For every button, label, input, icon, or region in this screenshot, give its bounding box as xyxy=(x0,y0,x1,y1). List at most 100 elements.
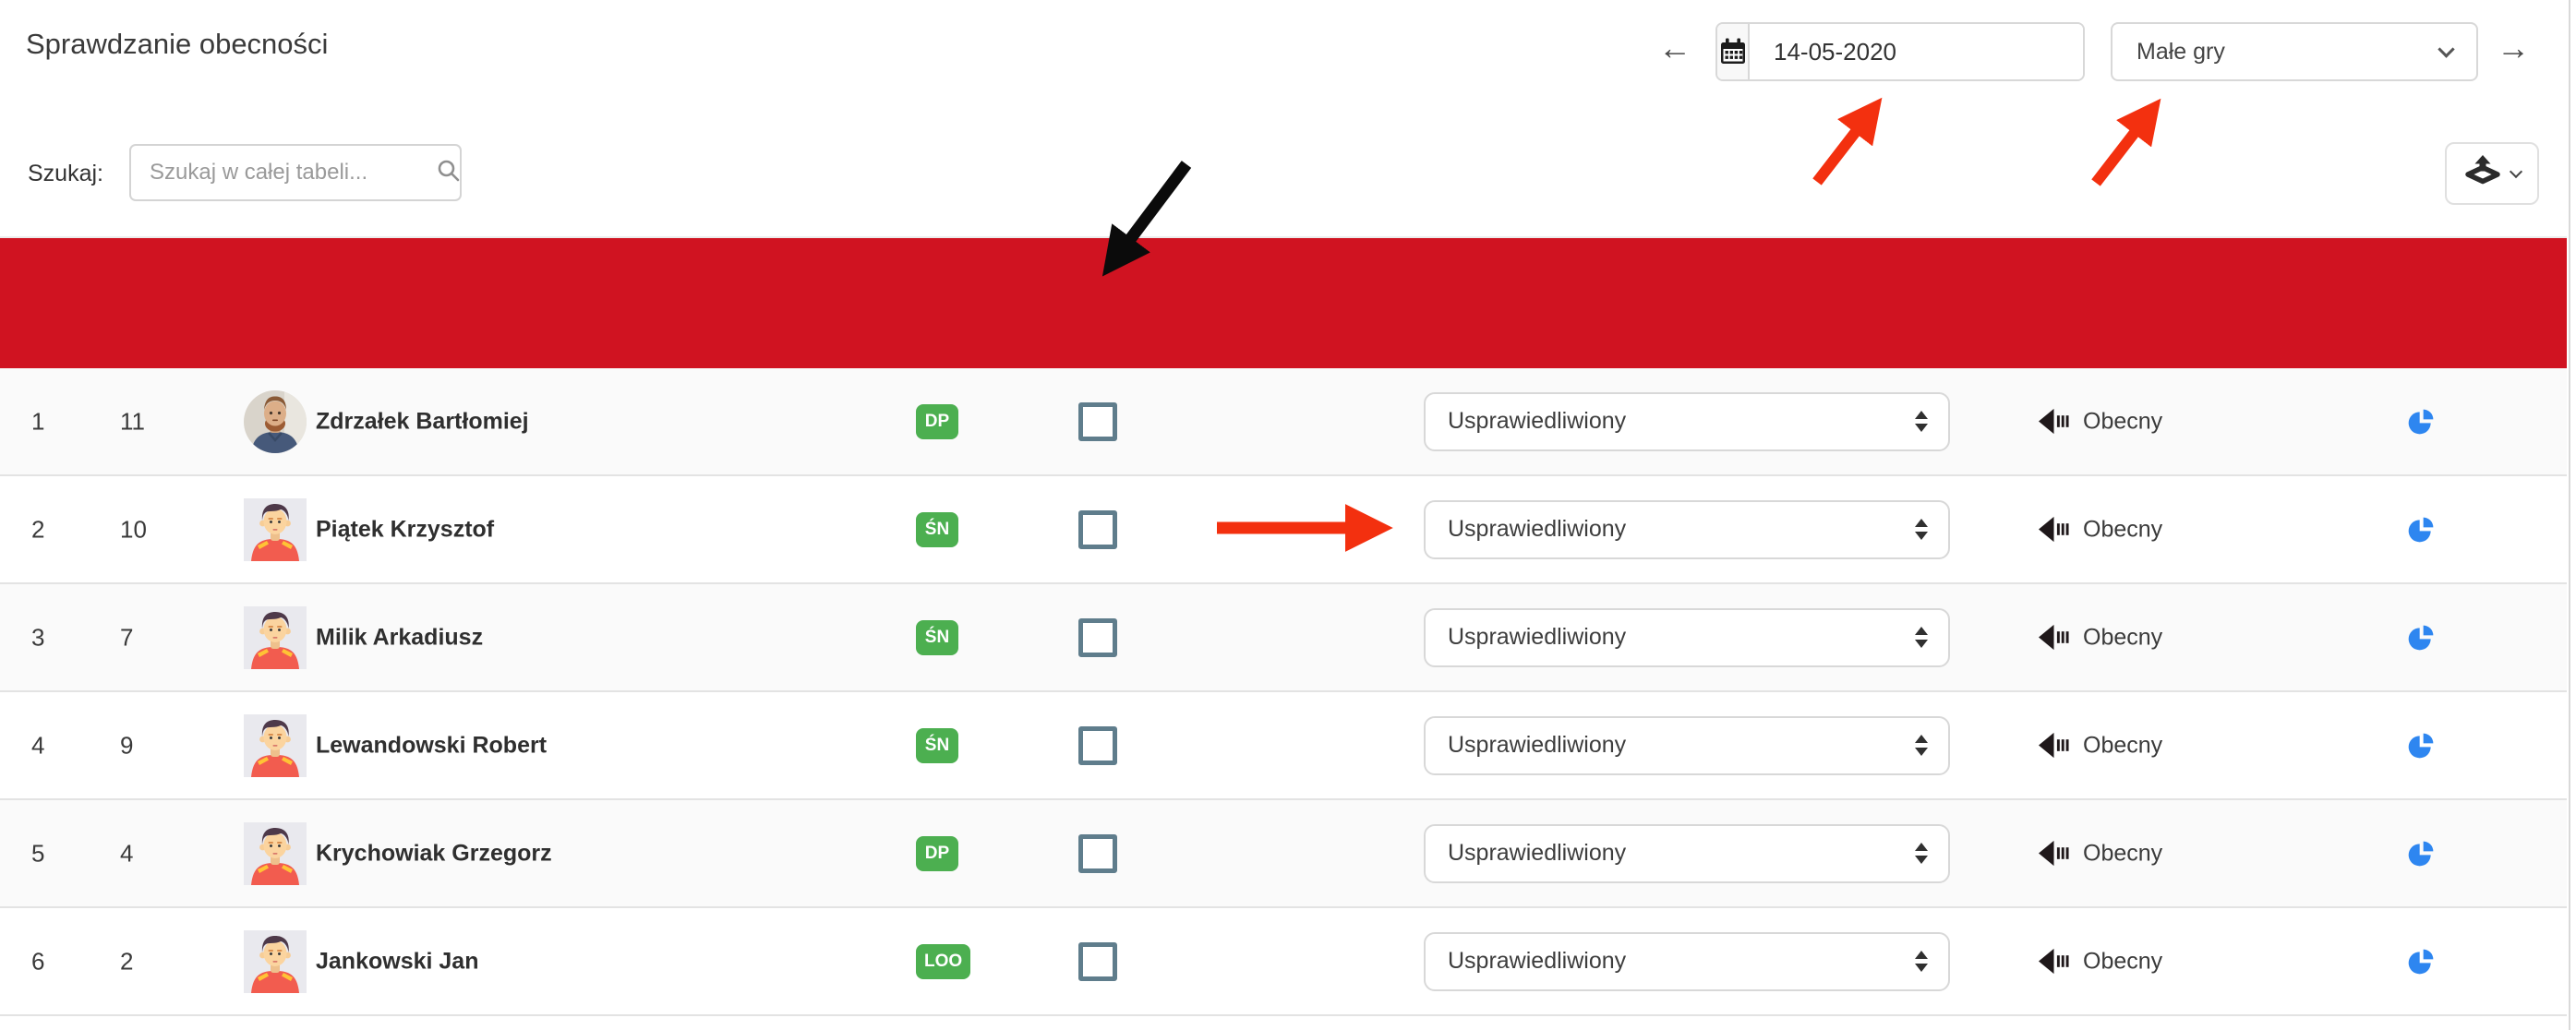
player-avatar xyxy=(244,606,307,669)
pie-chart-icon[interactable] xyxy=(2406,515,2436,545)
search-icon xyxy=(436,158,461,187)
select-stepper-icon xyxy=(1915,627,1928,648)
previous-status-text: Obecny xyxy=(2083,732,2162,759)
page-title: Sprawdzanie obecności xyxy=(26,28,328,61)
player-name: Milik Arkadiusz xyxy=(316,624,483,651)
training-type-value: Małe gry xyxy=(2137,39,2440,66)
cartoon-boy-avatar xyxy=(244,498,307,561)
position-badge: DP xyxy=(916,836,958,871)
player-avatar xyxy=(244,390,307,453)
export-icon xyxy=(2463,154,2502,194)
details-select-value: Usprawiedliwiony xyxy=(1448,732,1915,759)
player-name: Jankowski Jan xyxy=(316,948,478,975)
position-badge: LOO xyxy=(916,944,970,979)
select-stepper-icon xyxy=(1915,735,1928,756)
player-name: Krychowiak Grzegorz xyxy=(316,840,552,867)
previous-status: Obecny xyxy=(2039,516,2162,543)
present-checkbox[interactable] xyxy=(1078,402,1117,441)
previous-status-text: Obecny xyxy=(2083,948,2162,975)
player-number: 4 xyxy=(120,839,133,868)
details-select-value: Usprawiedliwiony xyxy=(1448,840,1915,867)
rewind-previous-icon xyxy=(2039,841,2070,867)
previous-status-text: Obecny xyxy=(2083,840,2162,867)
position-badge: ŚN xyxy=(916,512,958,547)
table-header: Lp Nr Zawodnik Pozycja Obecny Szczegóły … xyxy=(0,238,2567,368)
previous-status-text: Obecny xyxy=(2083,408,2162,435)
player-avatar xyxy=(244,930,307,993)
red-annotation-arrow-date xyxy=(1817,129,1858,182)
row-index: 4 xyxy=(31,731,44,760)
present-checkbox[interactable] xyxy=(1078,834,1117,873)
pie-chart-icon[interactable] xyxy=(2406,839,2436,868)
select-stepper-icon xyxy=(1915,519,1928,540)
player-name: Lewandowski Robert xyxy=(316,732,547,759)
row-index: 5 xyxy=(31,839,44,868)
select-stepper-icon xyxy=(1915,951,1928,972)
previous-status-text: Obecny xyxy=(2083,516,2162,543)
position-badge: ŚN xyxy=(916,620,958,655)
details-select[interactable]: Usprawiedliwiony xyxy=(1424,608,1950,667)
export-button[interactable] xyxy=(2445,142,2539,205)
pie-chart-icon[interactable] xyxy=(2406,947,2436,976)
player-avatar xyxy=(244,822,307,885)
row-index: 2 xyxy=(31,515,44,544)
next-day-arrow-button[interactable]: → xyxy=(2497,31,2530,65)
cartoon-boy-avatar xyxy=(244,930,307,993)
previous-status: Obecny xyxy=(2039,840,2162,867)
search-box[interactable] xyxy=(129,144,462,201)
select-stepper-icon xyxy=(1915,411,1928,432)
details-select[interactable]: Usprawiedliwiony xyxy=(1424,500,1950,559)
previous-status: Obecny xyxy=(2039,408,2162,435)
present-checkbox[interactable] xyxy=(1078,942,1117,981)
details-select-value: Usprawiedliwiony xyxy=(1448,948,1915,975)
position-badge: ŚN xyxy=(916,728,958,763)
details-select[interactable]: Usprawiedliwiony xyxy=(1424,932,1950,991)
table-body: 1 11 xyxy=(0,368,2567,1016)
training-type-select[interactable]: Małe gry xyxy=(2111,22,2478,81)
rewind-previous-icon xyxy=(2039,733,2070,759)
red-annotation-arrow-select xyxy=(2096,130,2137,183)
previous-day-arrow-button[interactable]: ← xyxy=(1658,31,1691,65)
player-number: 9 xyxy=(120,731,133,760)
chevron-down-icon xyxy=(2438,41,2454,57)
search-label: Szukaj: xyxy=(28,161,103,187)
pie-chart-icon[interactable] xyxy=(2406,407,2436,437)
rewind-previous-icon xyxy=(2039,409,2070,435)
present-checkbox[interactable] xyxy=(1078,510,1117,549)
player-number: 10 xyxy=(120,515,147,544)
pie-chart-icon[interactable] xyxy=(2406,623,2436,653)
details-select[interactable]: Usprawiedliwiony xyxy=(1424,716,1950,775)
scrollbar-gutter[interactable] xyxy=(2569,0,2576,1030)
cartoon-boy-avatar xyxy=(244,822,307,885)
player-number: 11 xyxy=(120,407,145,436)
cartoon-boy-avatar xyxy=(244,714,307,777)
details-select[interactable]: Usprawiedliwiony xyxy=(1424,824,1950,883)
rewind-previous-icon xyxy=(2039,949,2070,975)
details-select-value: Usprawiedliwiony xyxy=(1448,408,1915,435)
present-checkbox[interactable] xyxy=(1078,726,1117,765)
table-row: 5 4 xyxy=(0,800,2567,908)
player-number: 7 xyxy=(120,623,133,652)
table-row: 3 7 xyxy=(0,584,2567,692)
player-name: Piątek Krzysztof xyxy=(316,516,494,543)
date-input[interactable] xyxy=(1750,24,2083,79)
previous-status-text: Obecny xyxy=(2083,624,2162,651)
previous-status: Obecny xyxy=(2039,948,2162,975)
chevron-down-icon xyxy=(2510,165,2522,178)
row-index: 6 xyxy=(31,947,44,976)
pie-chart-icon[interactable] xyxy=(2406,731,2436,761)
date-picker-group[interactable] xyxy=(1715,22,2085,81)
calendar-icon[interactable] xyxy=(1717,24,1750,79)
player-avatar xyxy=(244,498,307,561)
search-input[interactable] xyxy=(150,160,436,186)
present-checkbox[interactable] xyxy=(1078,618,1117,657)
details-select[interactable]: Usprawiedliwiony xyxy=(1424,392,1950,451)
table-row: 1 11 xyxy=(0,368,2567,476)
black-annotation-arrow xyxy=(1128,164,1186,242)
details-select-value: Usprawiedliwiony xyxy=(1448,624,1915,651)
player-avatar xyxy=(244,714,307,777)
player-name: Zdrzałek Bartłomiej xyxy=(316,408,529,435)
previous-status: Obecny xyxy=(2039,732,2162,759)
table-row: 2 10 xyxy=(0,476,2567,584)
rewind-previous-icon xyxy=(2039,625,2070,651)
